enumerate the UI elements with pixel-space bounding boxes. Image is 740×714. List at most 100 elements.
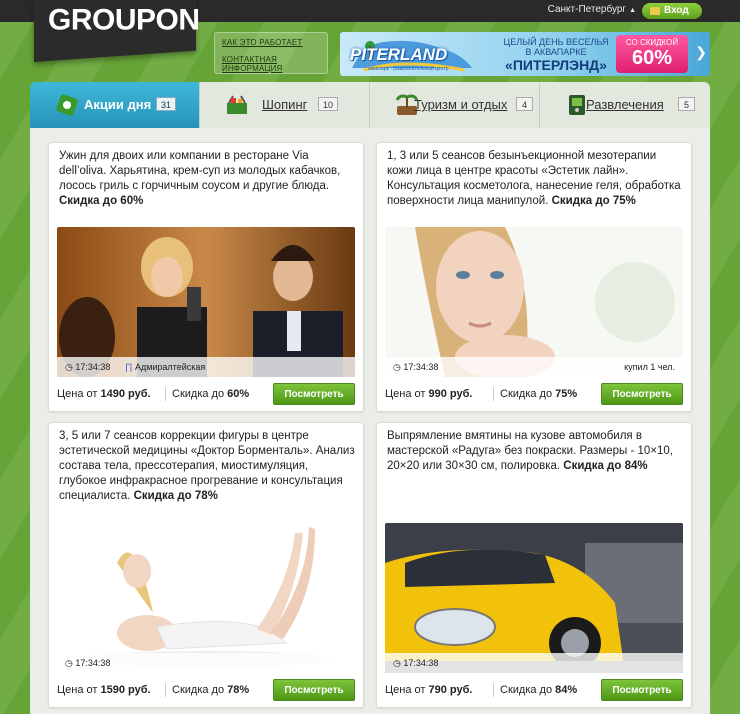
deal-photo-overlay: ◷ 17:34:38	[57, 653, 355, 673]
deal-discount: Скидка до 84%	[500, 679, 577, 701]
logo-text[interactable]: GROUPON	[48, 4, 200, 38]
discount-prefix: Скидка до	[500, 388, 553, 400]
tab-travel[interactable]: Туризм и отдых 4	[370, 82, 540, 128]
deal-photo[interactable]: ◷ 17:34:38	[385, 523, 683, 673]
deal-card[interactable]: Ужин для двоих или компании в ресторане …	[48, 142, 364, 412]
price-value: 1490 руб.	[100, 388, 151, 400]
tab-deals-of-day[interactable]: Акции дня 31	[30, 82, 200, 128]
deal-photo-overlay: ◷ 17:34:38	[385, 653, 683, 673]
woman-lying-photo	[57, 523, 355, 673]
tab-count: 10	[318, 97, 339, 111]
deal-card[interactable]: 1, 3 или 5 сеансов безынъекционной мезот…	[376, 142, 692, 412]
deal-discount-text: Скидка до 60%	[59, 195, 144, 207]
deal-price: Цена от 1490 руб.	[57, 383, 151, 405]
divider	[165, 387, 166, 401]
deal-discount: Скидка до 60%	[172, 383, 249, 405]
price-prefix: Цена от	[385, 388, 426, 400]
ticket-icon	[56, 94, 78, 116]
deal-footer: Цена от 1490 руб. Скидка до 60% Посмотре…	[57, 383, 355, 405]
deal-description[interactable]: 1, 3 или 5 сеансов безынъекционной мезот…	[387, 149, 683, 209]
shopping-basket-icon	[227, 95, 247, 114]
deal-price: Цена от 990 руб.	[385, 383, 472, 405]
deal-card[interactable]: 3, 5 или 7 сеансов коррекции фигуры в це…	[48, 422, 364, 708]
deal-bought-count: купил 1 чел.	[624, 362, 675, 372]
discount-prefix: Скидка до	[172, 388, 225, 400]
view-deal-button[interactable]: Посмотреть	[601, 679, 683, 701]
arrow-right-icon[interactable]: ❯	[695, 44, 707, 61]
deal-text[interactable]: 1, 3 или 5 сеансов безынъекционной мезот…	[387, 150, 681, 207]
price-value: 990 руб.	[428, 388, 473, 400]
deal-description[interactable]: Ужин для двоих или компании в ресторане …	[59, 149, 355, 209]
discount-prefix: Скидка до	[172, 684, 225, 696]
banner-sale-badge: СО СКИДКОЙ 60%	[616, 35, 688, 73]
clock-icon: ◷ 17:34:38	[65, 658, 111, 668]
price-prefix: Цена от	[57, 684, 98, 696]
restaurant-photo	[57, 227, 355, 377]
price-prefix: Цена от	[57, 388, 98, 400]
contacts-link[interactable]: КОНТАКТНАЯ ИНФОРМАЦИЯ	[222, 55, 327, 73]
deal-card[interactable]: Выпрямление вмятины на кузове автомобиля…	[376, 422, 692, 708]
banner-logo-text: PITERLAND	[350, 45, 448, 64]
tab-label: Туризм и отдых	[414, 97, 508, 112]
city-selector[interactable]: Санкт-Петербург ▲	[548, 4, 636, 15]
price-prefix: Цена от	[385, 684, 426, 696]
tab-label: Акции дня	[84, 97, 152, 112]
divider	[493, 387, 494, 401]
deal-timer: 17:34:38	[403, 658, 439, 668]
city-name[interactable]: Санкт-Петербург	[548, 4, 626, 15]
price-value: 1590 руб.	[100, 684, 151, 696]
login-label: Вход	[664, 5, 689, 16]
clock-icon: ◷ 17:34:38	[65, 362, 111, 372]
tab-count: 31	[156, 97, 177, 111]
promo-banner[interactable]: PITERLAND аквапарк · развлекательный цен…	[340, 32, 710, 76]
deal-photo-overlay: ◷ 17:34:38 купил 1 чел.	[385, 357, 683, 377]
view-deal-button[interactable]: Посмотреть	[601, 383, 683, 405]
deal-timer: 17:34:38	[75, 362, 111, 372]
tab-shopping[interactable]: Шопинг 10	[200, 82, 370, 128]
discount-prefix: Скидка до	[500, 684, 553, 696]
login-button[interactable]: Вход	[642, 3, 702, 19]
banner-line1: ЦЕЛЫЙ ДЕНЬ ВЕСЕЛЬЯ	[503, 37, 609, 47]
deal-photo[interactable]: ◷ 17:34:38 ∏ Адмиралтейская	[57, 227, 355, 377]
deal-description[interactable]: 3, 5 или 7 сеансов коррекции фигуры в це…	[59, 429, 355, 504]
deal-photo[interactable]: ◷ 17:34:38 купил 1 чел.	[385, 227, 683, 377]
deal-footer: Цена от 1590 руб. Скидка до 78% Посмотре…	[57, 679, 355, 701]
deal-photo[interactable]: ◷ 17:34:38	[57, 523, 355, 673]
deal-discount-text: Скидка до 78%	[133, 490, 218, 502]
banner-logo-sub: аквапарк · развлекательный центр	[368, 66, 449, 72]
deal-footer: Цена от 790 руб. Скидка до 84% Посмотрет…	[385, 679, 683, 701]
how-it-works-link[interactable]: КАК ЭТО РАБОТАЕТ	[222, 38, 327, 47]
clock-icon: ◷ 17:34:38	[393, 362, 439, 372]
city-arrow-icon[interactable]: ▲	[629, 7, 636, 14]
deal-description[interactable]: Выпрямление вмятины на кузове автомобиля…	[387, 429, 683, 474]
deal-price: Цена от 790 руб.	[385, 679, 472, 701]
tab-label: Шопинг	[262, 97, 308, 112]
divider	[165, 683, 166, 697]
deal-text[interactable]: Ужин для двоих или компании в ресторане …	[59, 150, 340, 192]
deal-photo-overlay: ◷ 17:34:38 ∏ Адмиралтейская	[57, 357, 355, 377]
banner-line3: «ПИТЕРЛЭНД»	[505, 57, 607, 73]
price-value: 790 руб.	[428, 684, 473, 696]
tab-entertainment[interactable]: Развлечения 5	[540, 82, 710, 128]
deal-discount: Скидка до 75%	[500, 383, 577, 405]
deal-discount: Скидка до 78%	[172, 679, 249, 701]
tab-count: 4	[516, 97, 533, 111]
discount-value: 78%	[227, 684, 250, 696]
category-tabs: Акции дня 31 Шопинг 10 Туризм и отдых 4 …	[30, 82, 710, 128]
tab-count: 5	[678, 97, 695, 111]
wallet-icon	[650, 7, 660, 15]
discount-value: 75%	[555, 388, 578, 400]
tab-label: Развлечения	[586, 97, 664, 112]
deal-discount-text: Скидка до 75%	[551, 195, 636, 207]
deal-footer: Цена от 990 руб. Скидка до 75% Посмотрет…	[385, 383, 683, 405]
metro-icon: ∏ Адмиралтейская	[125, 362, 206, 372]
deal-timer: 17:34:38	[75, 658, 111, 668]
groupon-logo[interactable]: GROUPON	[34, 0, 200, 62]
deal-timer: 17:34:38	[403, 362, 439, 372]
banner-sale-value: 60%	[631, 47, 673, 69]
view-deal-button[interactable]: Посмотреть	[273, 679, 355, 701]
clock-icon: ◷ 17:34:38	[393, 658, 439, 668]
deal-discount-text: Скидка до 84%	[563, 460, 648, 472]
view-deal-button[interactable]: Посмотреть	[273, 383, 355, 405]
discount-value: 84%	[555, 684, 578, 696]
